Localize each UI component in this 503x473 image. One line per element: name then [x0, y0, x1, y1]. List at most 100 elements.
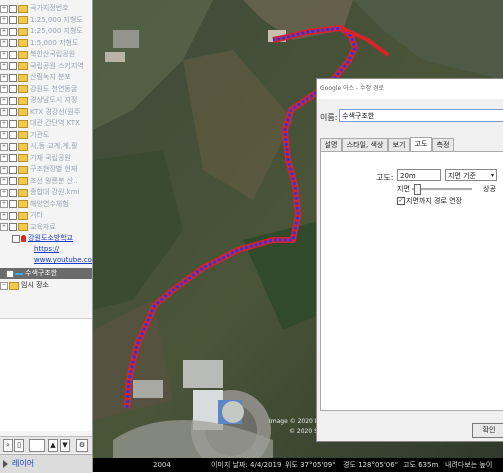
expand-toggle-icon[interactable]: + [0, 200, 8, 208]
edit-path-dialog: Google 어스 - 수정 경로 이름: 수색구조한 설명 스타일, 색상 보… [316, 78, 503, 442]
placemark-link-2[interactable]: www.youtube.com/ [34, 256, 92, 264]
places-folder-item[interactable]: +1:25,000 지형도 [0, 15, 92, 26]
visibility-checkbox[interactable] [9, 188, 17, 197]
places-folder-item[interactable]: + 구조현장별 현재 [0, 164, 92, 175]
extend-to-ground-checkbox[interactable]: ✓ [397, 197, 405, 205]
visibility-checkbox[interactable] [9, 50, 17, 59]
visibility-checkbox[interactable] [9, 211, 17, 220]
places-folder-item[interactable]: +1:25,000 지형도 [0, 26, 92, 37]
expand-toggle-icon[interactable]: + [0, 223, 8, 231]
visibility-checkbox[interactable] [9, 39, 17, 47]
expand-toggle-icon[interactable]: + [0, 211, 8, 220]
tab-altitude[interactable]: 고도 [410, 137, 432, 152]
selected-path-item[interactable]: 수색구조한 [0, 268, 92, 279]
expand-toggle-icon[interactable]: + [0, 108, 8, 116]
visibility-checkbox[interactable] [6, 269, 14, 278]
expand-toggle-icon[interactable]: + [0, 4, 8, 13]
placemark-title[interactable]: 강원도소방학교 [28, 234, 73, 242]
places-tree: + 국가지정번호 +1:25,000 지형도 +1:25,000 지형도 +1:5,00… [0, 0, 92, 318]
places-folder-item[interactable]: + 기관도 [0, 130, 92, 141]
name-field[interactable]: 수색구조한 [339, 109, 503, 122]
expand-toggle-icon[interactable]: + [0, 96, 8, 105]
move-down-icon[interactable]: ▼ [60, 439, 70, 452]
folder-label: 북한산국립공원 [30, 50, 76, 58]
expand-toggle-icon[interactable]: + [0, 165, 8, 174]
places-folder-item[interactable]: + 기타 [0, 210, 92, 221]
expand-toggle-icon[interactable]: + [0, 16, 8, 24]
expand-toggle-icon[interactable]: + [0, 177, 8, 185]
places-folder-item[interactable]: + KTX 경강선(원주 [0, 107, 92, 118]
folder-label: 대관 간단역 KTX [30, 119, 80, 127]
expand-toggle-icon[interactable]: − [0, 281, 8, 290]
placemark-link-1[interactable]: https:// [34, 245, 59, 253]
layers-header[interactable]: 레이어 [0, 454, 92, 473]
temporary-places-item[interactable]: − 임시 장소 [0, 280, 92, 291]
visibility-checkbox[interactable] [9, 73, 17, 82]
tab-view[interactable]: 보기 [388, 138, 410, 151]
visibility-checkbox[interactable] [9, 4, 17, 13]
tab-description[interactable]: 설명 [320, 138, 342, 151]
visibility-checkbox[interactable] [9, 223, 17, 231]
visibility-checkbox[interactable] [9, 119, 17, 128]
tab-style-color[interactable]: 스타일, 색상 [342, 138, 388, 151]
places-folder-item[interactable]: + 대관 간단역 KTX [0, 118, 92, 129]
expand-toggle-icon[interactable]: + [0, 154, 8, 162]
visibility-checkbox[interactable] [9, 177, 17, 185]
expand-toggle-icon[interactable]: + [0, 39, 8, 47]
places-folder-item[interactable]: + 종합대 강원.kml [0, 187, 92, 198]
places-folder-item[interactable]: + 강원도 천연동굴 [0, 84, 92, 95]
places-folder-item[interactable]: + 교육자료 [0, 222, 92, 233]
altitude-slider-track[interactable] [412, 188, 472, 190]
places-folder-item[interactable]: + 북한산국립공원 [0, 49, 92, 60]
places-folder-item[interactable]: + 국가지정번호 [0, 3, 92, 14]
ok-button[interactable]: 확인 [472, 423, 503, 438]
folder-icon [18, 4, 28, 13]
panel-toggle-icon[interactable]: ▯ [14, 439, 24, 452]
folder-icon [18, 85, 28, 93]
places-folder-item[interactable]: + 조선 왕릉분 산.. [0, 176, 92, 187]
expand-arrow-icon [3, 460, 8, 468]
expand-toggle-icon[interactable]: + [0, 119, 8, 128]
latitude-readout: 위도 37°05'09" [285, 461, 336, 469]
visibility-checkbox[interactable] [9, 16, 17, 24]
expand-toggle-icon[interactable]: + [0, 142, 8, 151]
altitude-slider-thumb[interactable] [414, 184, 421, 195]
visibility-checkbox[interactable] [9, 131, 17, 139]
search-icon[interactable]: ⌕ [3, 439, 13, 452]
places-folder-item[interactable]: + 산림녹지 분포 [0, 72, 92, 83]
visibility-checkbox[interactable] [9, 96, 17, 105]
visibility-checkbox[interactable] [12, 234, 20, 243]
expand-toggle-icon[interactable]: + [0, 188, 8, 197]
visibility-checkbox[interactable] [9, 108, 17, 116]
altitude-mode-select[interactable]: 지면 기준 ▾ [445, 169, 497, 181]
expand-toggle-icon[interactable]: + [0, 73, 8, 82]
expand-toggle-icon[interactable]: + [0, 85, 8, 93]
placemark-item[interactable]: 강원도소방학교 https:// www.youtube.com/ [0, 233, 92, 266]
visibility-checkbox[interactable] [9, 154, 17, 162]
places-folder-item[interactable]: +1:5,000 지형도 [0, 38, 92, 49]
expand-toggle-icon[interactable]: + [0, 62, 8, 70]
imagery-date: 이미지 날짜: 4/4/2019 [211, 461, 282, 469]
altitude-input[interactable]: 20m [397, 169, 441, 181]
visibility-checkbox[interactable] [9, 62, 17, 70]
folder-label: 종합대 강원.kml [30, 188, 80, 196]
visibility-checkbox[interactable] [9, 85, 17, 93]
places-folder-item[interactable]: + 국립공원 스키지역 [0, 61, 92, 72]
places-folder-item[interactable]: + 해양연수체험 [0, 199, 92, 210]
expand-toggle-icon[interactable]: + [0, 131, 8, 139]
visibility-checkbox[interactable] [9, 165, 17, 174]
search-box[interactable] [29, 439, 45, 452]
expand-toggle-icon[interactable]: + [0, 27, 8, 36]
visibility-checkbox[interactable] [9, 27, 17, 36]
tab-measurements[interactable]: 측정 [432, 138, 454, 151]
move-up-icon[interactable]: ▲ [48, 439, 58, 452]
folder-label: 국립공원 스키지역 [30, 61, 84, 70]
places-folder-item[interactable]: + 기재 국립공원 [0, 153, 92, 164]
expand-toggle-icon[interactable]: + [0, 50, 8, 59]
visibility-checkbox[interactable] [9, 200, 17, 208]
places-folder-item[interactable]: + 경상남도시 지정 [0, 95, 92, 106]
visibility-checkbox[interactable] [9, 142, 17, 151]
places-folder-item[interactable]: + 시,동 교계,계,활 [0, 141, 92, 152]
settings-icon[interactable]: ⚙ [76, 439, 88, 452]
folder-label: 산림녹지 분포 [30, 73, 71, 81]
